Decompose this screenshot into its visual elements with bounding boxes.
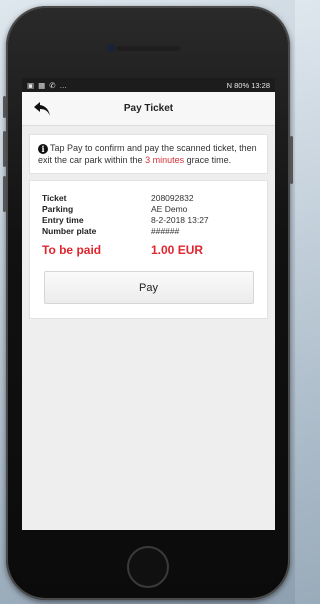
home-button[interactable]	[127, 546, 169, 588]
number-plate-value: ######	[151, 226, 180, 236]
amount-due-value: 1.00 EUR	[151, 243, 204, 257]
more-icon: …	[59, 80, 68, 90]
info-icon: i	[38, 144, 48, 154]
ticket-label: Ticket	[42, 193, 67, 203]
earpiece-speaker	[116, 46, 180, 51]
ticket-details-card: Ticket 208092832 Parking AE Demo Entry t…	[29, 180, 268, 319]
ticket-row: Ticket 208092832	[42, 193, 255, 204]
status-text: N 80% 13:28	[226, 80, 270, 90]
info-text-after: grace time.	[184, 155, 232, 165]
grace-time-highlight: 3 minutes	[145, 155, 185, 165]
parking-row: Parking AE Demo	[42, 204, 255, 215]
phone-screen: ▣ ▦ ✆ … N 80% 13:28 Pay Ticket i Tap Pay …	[22, 78, 275, 530]
pay-button[interactable]: Pay	[43, 271, 254, 304]
entry-time-row: Entry time 8-2-2018 13:27	[42, 215, 255, 226]
amount-due-row: To be paid 1.00 EUR	[42, 243, 255, 257]
gallery-icon: ▦	[38, 80, 47, 90]
number-plate-label: Number plate	[42, 226, 97, 236]
volume-up-button	[3, 131, 6, 167]
status-bar: ▣ ▦ ✆ … N 80% 13:28	[22, 78, 275, 92]
amount-due-label: To be paid	[42, 243, 102, 257]
page-title: Pay Ticket	[123, 103, 174, 114]
whatsapp-icon: ✆	[49, 80, 57, 90]
back-arrow-icon[interactable]	[32, 100, 52, 118]
parking-label: Parking	[42, 204, 74, 214]
ticket-value: 208092832	[151, 193, 194, 203]
parking-value: AE Demo	[151, 204, 188, 214]
status-right: N 80% 13:28	[227, 81, 270, 90]
volume-down-button	[3, 176, 6, 212]
image-icon: ▣	[27, 80, 36, 90]
silent-switch	[3, 96, 6, 118]
app-bar: Pay Ticket	[22, 92, 275, 126]
entry-time-value: 8-2-2018 13:27	[151, 215, 209, 225]
front-camera	[107, 44, 115, 52]
info-message: i Tap Pay to confirm and pay the scanned …	[29, 134, 268, 174]
power-button	[290, 136, 293, 184]
number-plate-row: Number plate ######	[42, 226, 255, 237]
status-left-icons: ▣ ▦ ✆ …	[27, 81, 68, 90]
entry-time-label: Entry time	[42, 215, 84, 225]
